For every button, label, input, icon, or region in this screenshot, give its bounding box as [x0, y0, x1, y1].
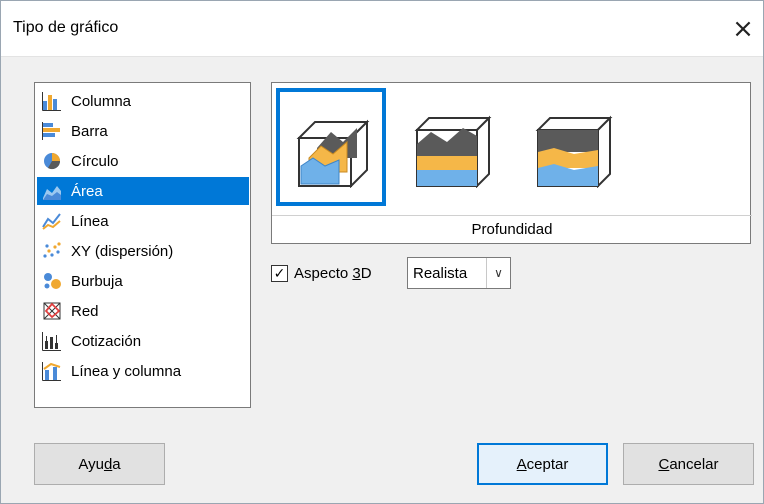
ok-accel: A: [516, 455, 527, 473]
variant-gallery: Profundidad: [271, 82, 752, 244]
pie-chart-icon: [41, 150, 63, 172]
list-item-label: Burbuja: [71, 272, 123, 290]
list-item-stock[interactable]: Cotización: [37, 327, 249, 355]
list-item-label: Columna: [71, 92, 132, 110]
list-item-bar[interactable]: Barra: [37, 117, 249, 145]
chart-type-list[interactable]: Columna Barra Círculo Área Línea XY (dis…: [34, 82, 251, 408]
dialog-title: Tipo de gráfico: [13, 19, 119, 36]
aspect-3d-accel: 3: [352, 264, 361, 282]
scatter-chart-icon: [41, 240, 63, 262]
list-item-label: XY (dispersión): [71, 242, 174, 260]
close-icon[interactable]: ×: [723, 9, 763, 49]
aspect-3d-label-tail: D: [360, 264, 372, 282]
column-line-chart-icon: [41, 360, 63, 382]
list-item-pie[interactable]: Círculo: [37, 147, 249, 175]
list-item-net[interactable]: Red: [37, 297, 249, 325]
aspect-3d-checkbox[interactable]: ✓ Aspecto 3D: [271, 259, 372, 287]
help-label: Ayu: [78, 455, 104, 473]
area-3d-percent-stacked-icon: [535, 115, 613, 188]
aspect-3d-label-text: Aspecto: [294, 264, 353, 282]
checkbox-checked-icon[interactable]: ✓: [271, 264, 288, 282]
list-item-line[interactable]: Línea: [37, 207, 249, 235]
ok-button[interactable]: Aceptar: [477, 443, 608, 485]
bar-chart-icon: [41, 120, 63, 142]
ok-label: ceptar: [526, 455, 569, 473]
list-item-label: Línea y columna: [71, 362, 182, 380]
variant-stacked[interactable]: [398, 88, 508, 206]
title-bar: Tipo de gráfico ×: [1, 1, 763, 57]
help-button[interactable]: Ayu d a: [34, 443, 165, 485]
column-chart-icon: [41, 90, 63, 112]
list-item-label: Área: [71, 182, 103, 200]
variant-deep[interactable]: [276, 88, 386, 206]
cancel-label: ancelar: [669, 455, 719, 473]
cancel-button[interactable]: Cancelar: [623, 443, 754, 485]
help-label-tail: a: [112, 455, 121, 473]
help-accel: d: [103, 455, 113, 473]
chart-type-dialog: Tipo de gráfico × Columna Barra Círculo: [0, 0, 764, 504]
list-item-label: Círculo: [71, 152, 119, 170]
list-item-label: Red: [71, 302, 99, 320]
bubble-chart-icon: [41, 270, 63, 292]
list-item-label: Cotización: [71, 332, 142, 350]
net-chart-icon: [41, 300, 63, 322]
variant-caption: Profundidad: [272, 215, 752, 244]
list-item-label: Barra: [71, 122, 108, 140]
list-item-scatter[interactable]: XY (dispersión): [37, 237, 249, 265]
list-item-column-line[interactable]: Línea y columna: [37, 357, 249, 385]
stock-chart-icon: [41, 330, 63, 352]
list-item-label: Línea: [71, 212, 109, 230]
area-3d-stacked-icon: [414, 115, 492, 188]
scheme-select[interactable]: Realista ∨: [407, 257, 511, 289]
line-chart-icon: [41, 210, 63, 232]
list-item-bubble[interactable]: Burbuja: [37, 267, 249, 295]
cancel-accel: C: [658, 455, 670, 473]
area-3d-deep-icon: [296, 119, 370, 188]
variant-percent-stacked[interactable]: [519, 88, 629, 206]
area-chart-icon: [41, 180, 63, 202]
chevron-down-icon[interactable]: ∨: [486, 258, 510, 288]
aspect-3d-label: Aspecto 3D: [294, 265, 372, 282]
list-item-area[interactable]: Área: [37, 177, 249, 205]
scheme-select-value: Realista: [413, 264, 468, 282]
list-item-column[interactable]: Columna: [37, 87, 249, 115]
